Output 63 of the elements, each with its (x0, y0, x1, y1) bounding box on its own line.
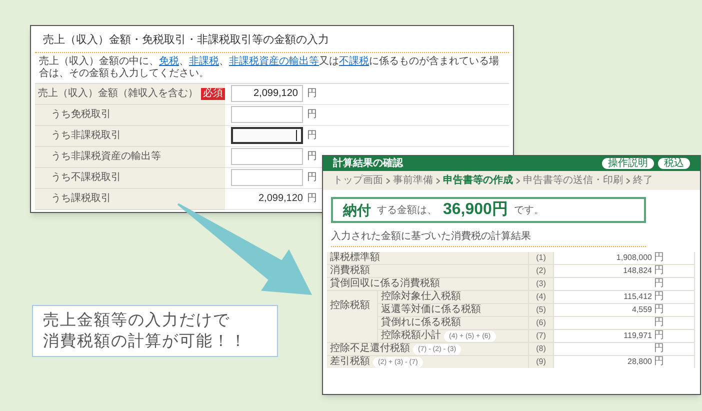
row-number: (9) (536, 358, 546, 366)
amount-value: 1,908,000 (616, 254, 652, 262)
row-label: 消費税額 (330, 266, 370, 276)
row-label: 貸倒回収に係る消費税額 (330, 279, 440, 289)
unit-label: 円 (654, 305, 664, 315)
breadcrumb-step: 申告書等の作成 (443, 176, 513, 186)
unit-label: 円 (307, 171, 317, 186)
row-label: 課税標準額 (330, 253, 380, 263)
amount-value: 2,099,120 (258, 192, 303, 206)
row-number: (2) (536, 267, 546, 275)
caption-line: 売上金額等の入力だけで (43, 310, 231, 331)
breadcrumb-step: 事前準備 (393, 176, 433, 186)
result-text: です。 (514, 204, 544, 218)
amount-value: 119,971 (624, 332, 652, 340)
required-badge: 必須 (201, 88, 225, 100)
row-label: 控除不足還付税額 (330, 344, 410, 354)
unit-label: 円 (307, 87, 317, 102)
unit-label: 円 (654, 357, 664, 367)
description-text: 売上（収入）金額の中に、免税、非課税、非課税資産の輸出等又は不課税に係るものが含まれている場合は、その金額も入力してください。 (38, 54, 500, 81)
unit-label: 円 (654, 292, 664, 302)
breadcrumb-step: トップ画面 (333, 176, 383, 186)
row-number: (3) (536, 280, 546, 288)
caption-line: 消費税額の計算が可能！！ (43, 332, 248, 352)
unit-label: 円 (654, 266, 664, 276)
amount-value: 148,824 (623, 267, 652, 275)
field-label: うち不課税取引 (51, 170, 121, 186)
amount-value: 4,559 (632, 306, 652, 314)
unit-label: 円 (654, 344, 664, 354)
unit-label: 円 (654, 318, 664, 328)
unit-label: 円 (307, 108, 317, 122)
row-label: 控除対象仕入税額 (381, 292, 461, 302)
unit-label: 円 (307, 129, 317, 144)
result-label: 納付 (343, 200, 371, 220)
row-label: 返還等対価に係る税額 (381, 305, 481, 315)
row-number: (8) (536, 345, 546, 353)
row-number: (1) (536, 254, 546, 262)
row-label: 貸倒れに係る税額 (381, 318, 461, 328)
field-label: うち課税取引 (51, 192, 111, 206)
row-label: 差引税額 (330, 357, 370, 367)
panel-title: 計算結果の確認 (333, 158, 403, 168)
result-amount: 36,900円 (443, 200, 508, 220)
breadcrumb-step: 申告書等の送信・印刷 (523, 176, 623, 186)
row-number: (5) (536, 306, 546, 314)
field-label: うち免税取引 (51, 108, 111, 122)
unit-label: 円 (307, 150, 317, 164)
amount-value: 115,412 (624, 293, 652, 301)
row-number: (4) (536, 293, 546, 301)
breadcrumb-step: 終了 (633, 176, 653, 186)
unit-label: 円 (307, 192, 317, 206)
amount-value: 28,800 (628, 358, 652, 366)
row-number: (6) (536, 319, 546, 327)
unit-label: 円 (654, 253, 664, 263)
result-text: する金額は、 (377, 204, 437, 218)
row-number: (7) (536, 332, 546, 340)
row-label: 控除税額 (330, 300, 370, 311)
field-label: 売上（収入）金額（雑収入を含む） (38, 86, 198, 102)
panel-title: 売上（収入）金額・免税取引・非課税取引等の金額の入力 (35, 26, 509, 53)
unit-label: 円 (654, 279, 664, 289)
row-label: 控除税額小計 (381, 331, 441, 341)
section-heading: 入力された金額に基づいた消費税の計算結果 (331, 229, 646, 247)
field-label: うち非課税資産の輸出等 (51, 150, 161, 164)
field-label: うち非課税取引 (51, 128, 121, 144)
unit-label: 円 (654, 331, 664, 341)
